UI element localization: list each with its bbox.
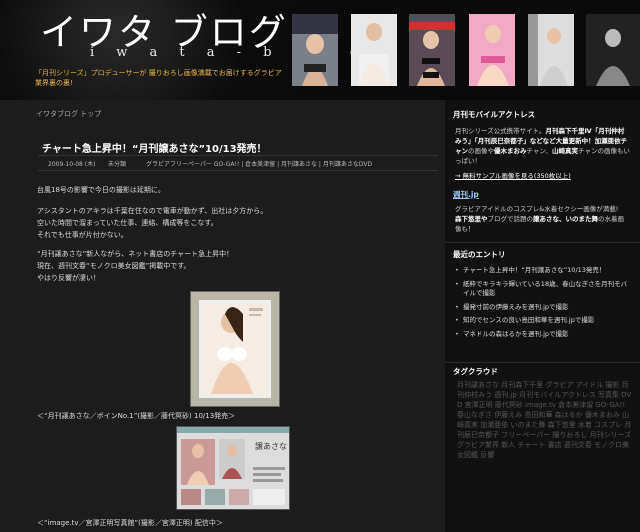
post-title[interactable]: チャート急上昇中！“月刊譲あさな”10/13発売！ [42, 140, 267, 155]
mobile-text: の画像や [468, 147, 494, 155]
mobile-text: 月刊シリーズ公式携帯サイト。 [455, 127, 546, 135]
site-header: イワタ ブログ i w a t a - b l o g 「月刊シリーズ」プロデュ… [0, 0, 640, 100]
recent-entry[interactable]: 撮発寸前の伊藤えみを週刊.jpで撮影 [455, 303, 630, 313]
post-category[interactable]: 未分類 [108, 159, 126, 168]
sidebar-heading-tagcloud: タグクラウド [453, 367, 498, 376]
recent-entry[interactable]: 紙粋でキラキラ輝いている18歳、春山なぎさを月刊モバイルで撮影 [455, 280, 630, 299]
weekly-text-bold: 森下悠里や [455, 215, 488, 223]
post-date: 2009-10-08 (木) [48, 161, 96, 168]
divider [445, 362, 640, 363]
recent-entry[interactable]: マネドルの森はるかを週刊.jpで撮影 [455, 330, 630, 340]
screenshot-name-label: 譲あさな [255, 442, 287, 451]
paragraph: 現在、週刊文春“モノクロ美女図鑑”掲載中です。 [37, 262, 191, 270]
mobile-text: チャン、 [526, 147, 553, 155]
header-photo-3[interactable] [409, 14, 455, 86]
mobile-description: 月刊シリーズ公式携帯サイト。月刊森下千里Ⅳ「月刊仲村みう」「月刊辰巳奈都子」など… [455, 126, 630, 166]
image-caption: ＜“image.tv／宮澤正明写真館”(撮影／宮澤正明) 配信中＞ [37, 519, 223, 527]
paragraph: “月刊譲あさな”新人ながら、ネット書店のチャート急上昇中！ [37, 250, 234, 258]
weekly-text: グラビアアイドルのコスプレ&水着セクシー画像が満載! [455, 205, 619, 213]
free-sample-link[interactable]: → 無料サンプル画像を見る(350枚以上) [455, 171, 630, 181]
main-content: イワタブログ トップ チャート急上昇中！“月刊譲あさな”10/13発売！ 200… [28, 100, 445, 532]
mobile-text-bold: 山崎真実 [552, 147, 579, 155]
weekly-text: ブログで話題の [487, 215, 534, 223]
weekly-jp-link[interactable]: 週刊.jp [453, 189, 479, 200]
tag-cloud[interactable]: 月刊譲あさな 月刊森下千里 グラビア アイドル 撮影 月刊仲村みう 週刊.jp … [457, 380, 633, 530]
site-description: 「月刊シリーズ」プロデューサーが 撮りおろし画像満載でお届けするグラビア業界裏の… [35, 69, 282, 87]
divider [445, 242, 640, 243]
header-photo-4[interactable] [469, 14, 515, 86]
breadcrumb[interactable]: イワタブログ トップ [36, 109, 101, 119]
sidebar-heading-mobile[interactable]: 月刊モバイルアクトレス [453, 109, 535, 120]
paragraph: 空いた時間で溜まっていた仕事、連絡、構成等をこなす。 [37, 219, 218, 227]
paragraph: それでも仕事が片付かない。 [37, 231, 128, 239]
recent-entry[interactable]: 知的でセンスの良い島田和華を週刊.jpで撮影 [455, 316, 630, 326]
image-caption: ＜“月刊譲あさな／ボインNo.1”(撮影／藤代冥砂) 10/13発売＞ [37, 412, 236, 420]
sidebar: 月刊モバイルアクトレス 月刊シリーズ公式携帯サイト。月刊森下千里Ⅳ「月刊仲村みう… [445, 100, 640, 532]
post-meta: 2009-10-08 (木) 未分類 グラビアフリーペーパー GO-GA!! |… [38, 155, 438, 171]
weekly-description: グラビアアイドルのコスプレ&水着セクシー画像が満載! 森下悠里やブログで話題の譲あ… [455, 204, 630, 234]
paragraph: 台風18号の影響で今日の撮影は延期に。 [37, 186, 165, 194]
mobile-text-bold: 優木まおみ [494, 147, 527, 155]
header-photo-5[interactable] [528, 14, 574, 86]
post-tags[interactable]: グラビアフリーペーパー GO-GA!! | 倉本美津留 | 月刊譲あさな | 月… [146, 159, 372, 168]
website-screenshot[interactable]: 譲あさな [176, 426, 290, 510]
recent-entry[interactable]: チャート急上昇中！“月刊譲あさな”10/13発売！ [455, 266, 630, 276]
sidebar-heading-recent: 最近のエントリ [453, 250, 506, 259]
paragraph: やはり反響が凄い！ [37, 274, 100, 282]
header-photo-6[interactable] [586, 14, 640, 86]
weekly-text-bold: 譲あさな、いのまた舞 [533, 215, 598, 223]
photo-book-cover[interactable] [190, 291, 280, 407]
recent-entries-list: チャート急上昇中！“月刊譲あさな”10/13発売！ 紙粋でキラキラ輝いている18… [455, 266, 630, 343]
header-photo-1[interactable] [292, 14, 338, 86]
paragraph: アシスタントのアキラは千葉在住なので電車が動かず、出社は夕方から。 [37, 207, 268, 215]
header-photo-2[interactable] [351, 14, 397, 86]
